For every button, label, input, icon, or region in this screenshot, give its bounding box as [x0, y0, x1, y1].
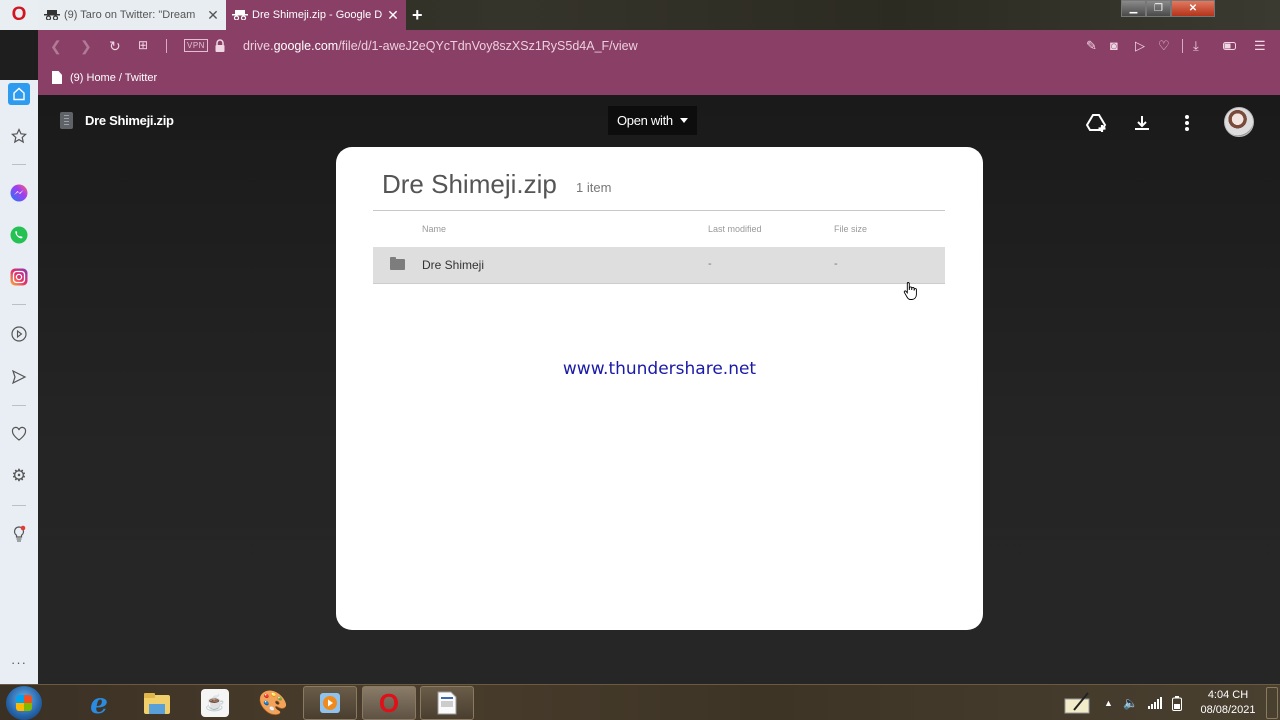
tab-title: Dre Shimeji.zip - Google Dr	[252, 9, 382, 21]
opera-menu-button[interactable]: O	[0, 0, 38, 30]
url-prefix: drive.	[243, 39, 274, 53]
whatsapp-icon[interactable]	[8, 224, 30, 246]
bookmarks-bar: (9) Home / Twitter	[38, 63, 1280, 95]
divider	[12, 164, 26, 165]
open-with-label: Open with	[617, 113, 673, 128]
folder-icon	[390, 257, 405, 270]
heart-icon[interactable]: ♡	[1158, 38, 1170, 54]
incognito-icon	[44, 10, 60, 20]
url-field[interactable]: drive.google.com/file/d/1-aweJ2eQYcTdnVo…	[243, 39, 638, 53]
file-explorer-icon[interactable]	[130, 686, 184, 720]
new-tab-button[interactable]: +	[412, 5, 423, 26]
download-icon[interactable]: ⤓	[1193, 38, 1199, 54]
tab-bar: O (9) Taro on Twitter: "Dream ✕ Dre Shim…	[0, 0, 1280, 30]
battery-saver-icon[interactable]	[1223, 42, 1237, 50]
easy-setup-icon[interactable]: ☰	[1254, 38, 1266, 54]
lock-icon	[215, 39, 225, 52]
row-name: Dre Shimeji	[422, 258, 485, 272]
camera-icon[interactable]: ◙	[1110, 38, 1118, 53]
tabs-grid-icon[interactable]: ⊞	[138, 38, 148, 52]
bookmark-item[interactable]: (9) Home / Twitter	[52, 71, 157, 84]
archive-item-count: 1 item	[576, 180, 612, 195]
column-header-last-modified[interactable]: Last modified	[708, 224, 762, 234]
pen-input-icon[interactable]	[1064, 685, 1092, 720]
reload-icon[interactable]: ↻	[109, 38, 121, 55]
back-icon[interactable]: ❮	[50, 38, 62, 55]
document-window-icon[interactable]	[420, 686, 474, 720]
close-tab-icon[interactable]: ✕	[206, 7, 220, 24]
divider	[12, 505, 26, 506]
watermark-text: www.thundershare.net	[562, 359, 757, 379]
divider	[12, 304, 26, 305]
url-domain: google.com	[273, 39, 339, 53]
minimize-button[interactable]: ▁	[1121, 0, 1146, 17]
lightbulb-icon[interactable]	[8, 523, 30, 545]
java-icon[interactable]: ☕	[188, 686, 242, 720]
bookmark-label: (9) Home / Twitter	[70, 71, 158, 84]
archive-row[interactable]: Dre Shimeji - -	[373, 247, 945, 284]
hand-cursor-icon	[903, 281, 919, 306]
file-header: Dre Shimeji.zip	[60, 112, 174, 129]
more-options-icon[interactable]	[1176, 112, 1198, 134]
tab-twitter[interactable]: (9) Taro on Twitter: "Dream ✕	[38, 0, 226, 30]
home-icon[interactable]	[8, 83, 30, 105]
settings-gear-icon[interactable]: ⚙	[8, 465, 30, 487]
archive-title: Dre Shimeji.zip	[382, 169, 557, 199]
open-with-button[interactable]: Open with	[608, 106, 697, 135]
windows-taskbar: e ☕ 🎨 O ▲ 🔈 4:04 CH 08/08/2021	[0, 684, 1280, 720]
close-tab-icon[interactable]: ✕	[386, 7, 400, 24]
start-button[interactable]	[6, 686, 42, 720]
volume-icon[interactable]: 🔈	[1123, 685, 1138, 720]
instagram-icon[interactable]	[8, 266, 30, 288]
tab-drive[interactable]: Dre Shimeji.zip - Google Dr ✕	[226, 0, 406, 30]
divider	[1182, 39, 1183, 53]
divider	[12, 405, 26, 406]
caret-down-icon	[679, 118, 688, 123]
vpn-badge[interactable]: VPN	[184, 39, 208, 52]
edit-snapshot-icon[interactable]: ✎	[1086, 38, 1097, 54]
divider	[166, 39, 167, 53]
restore-button[interactable]: ❐	[1146, 0, 1171, 17]
incognito-icon	[232, 10, 248, 20]
show-desktop-button[interactable]	[1266, 687, 1278, 719]
zip-file-icon	[60, 112, 73, 129]
send-flow-icon[interactable]	[8, 366, 30, 388]
opera-sidebar: ⚙ ···	[0, 80, 38, 684]
paint-icon[interactable]: 🎨	[246, 686, 300, 720]
internet-explorer-icon[interactable]: e	[72, 686, 126, 720]
download-icon[interactable]	[1131, 112, 1153, 134]
page-icon	[52, 71, 62, 84]
media-player-icon[interactable]	[303, 686, 357, 720]
clock-date: 08/08/2021	[1200, 704, 1256, 716]
star-icon[interactable]	[8, 125, 30, 147]
send-icon[interactable]: ▷	[1135, 38, 1145, 54]
opera-taskbar-icon[interactable]: O	[362, 686, 416, 720]
close-window-button[interactable]: ✕	[1171, 0, 1215, 17]
archive-preview-card: Dre Shimeji.zip 1 item Name Last modifie…	[336, 147, 983, 630]
system-clock[interactable]: 4:04 CH 08/08/2021	[1198, 688, 1258, 718]
forward-icon[interactable]: ❯	[80, 38, 92, 55]
column-header-name[interactable]: Name	[422, 224, 446, 234]
account-avatar[interactable]	[1224, 107, 1254, 137]
window-controls: ▁ ❐ ✕	[1121, 0, 1215, 17]
network-signal-icon[interactable]	[1148, 685, 1162, 720]
clock-time: 4:04 CH	[1207, 689, 1249, 701]
player-icon[interactable]	[8, 323, 30, 345]
file-name: Dre Shimeji.zip	[85, 113, 174, 128]
row-last-modified: -	[708, 258, 712, 270]
messenger-icon[interactable]	[8, 182, 30, 204]
add-to-drive-icon[interactable]	[1086, 112, 1108, 134]
battery-icon[interactable]	[1172, 685, 1182, 720]
tab-title: (9) Taro on Twitter: "Dream	[64, 9, 196, 21]
sidebar-more-button[interactable]: ···	[0, 655, 38, 670]
show-hidden-icons-button[interactable]: ▲	[1104, 685, 1113, 720]
row-file-size: -	[834, 258, 838, 270]
drive-viewer: Dre Shimeji.zip Open with Dre Shimeji.zi…	[38, 95, 1280, 684]
column-header-file-size[interactable]: File size	[834, 224, 867, 234]
address-bar: ❮ ❯ ↻ ⊞ VPN drive.google.com/file/d/1-aw…	[38, 30, 1280, 63]
url-path: /file/d/1-aweJ2eQYcTdnVoy8szXSz1RyS5d4A_…	[338, 39, 638, 53]
heart-icon[interactable]	[8, 423, 30, 445]
divider	[373, 210, 945, 211]
